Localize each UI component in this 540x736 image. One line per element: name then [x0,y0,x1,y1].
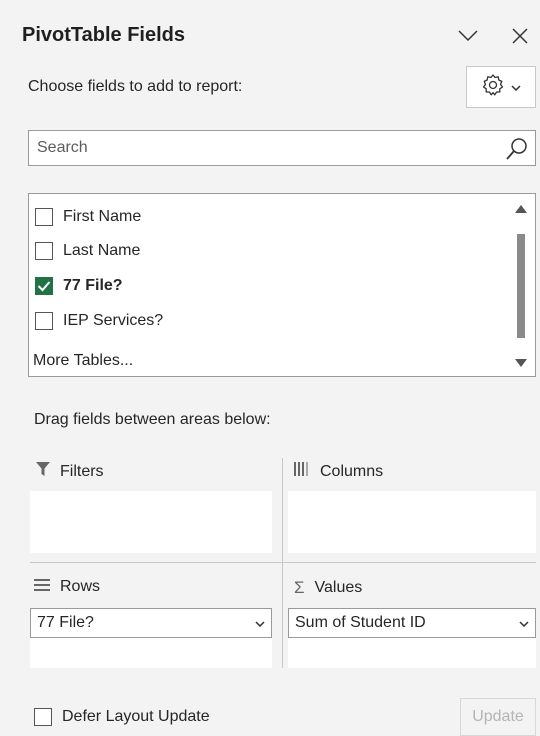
field-label: 77 File? [63,277,123,294]
values-field-pill[interactable]: Sum of Student ID [288,608,536,638]
columns-icon [294,462,310,481]
pill-label: Sum of Student ID [295,614,426,631]
field-label: Last Name [63,242,141,259]
search-box[interactable] [28,130,536,166]
checkbox-checked[interactable] [35,277,53,295]
field-label: First Name [63,208,142,225]
filters-drop-area[interactable] [30,491,272,553]
checkbox[interactable] [35,242,53,260]
values-area-header: Σ Values [294,578,362,598]
filter-icon [36,462,50,481]
field-item-last-name[interactable]: Last Name [35,242,140,260]
close-icon[interactable] [506,22,534,50]
checkbox[interactable] [35,312,53,330]
values-drop-area[interactable]: Sum of Student ID [288,608,536,668]
panel-title: PivotTable Fields [22,24,185,46]
values-label: Values [314,579,363,596]
defer-layout-update[interactable]: Defer Layout Update [34,708,210,726]
checkmark-icon [37,281,51,292]
rows-label: Rows [60,578,101,595]
area-divider-vertical [282,458,283,668]
defer-checkbox[interactable] [34,708,52,726]
choose-fields-label: Choose fields to add to report: [28,78,243,95]
chevron-down-icon[interactable] [255,614,265,632]
chevron-down-icon[interactable] [454,22,482,50]
tools-button[interactable] [466,66,536,108]
checkbox[interactable] [35,208,53,226]
field-label: IEP Services? [63,312,164,329]
rows-area-header: Rows [34,578,100,596]
more-tables-link[interactable]: More Tables... [33,352,133,370]
search-input[interactable] [37,139,477,157]
columns-label: Columns [320,462,384,480]
defer-label: Defer Layout Update [62,708,210,725]
field-item-first-name[interactable]: First Name [35,208,141,226]
field-item-77-file[interactable]: 77 File? [35,277,123,295]
columns-drop-area[interactable] [288,491,536,553]
field-item-iep-services[interactable]: IEP Services? [35,312,163,330]
filters-label: Filters [60,462,104,480]
rows-field-pill[interactable]: 77 File? [30,608,272,638]
update-button[interactable]: Update [460,698,536,736]
gear-icon [481,73,505,102]
rows-icon [34,578,50,596]
rows-drop-area[interactable]: 77 File? [30,608,272,668]
scroll-down-icon[interactable] [515,354,527,372]
sigma-icon: Σ [294,578,305,597]
scroll-up-icon[interactable] [515,200,527,218]
drag-instruction: Drag fields between areas below: [34,411,271,428]
field-list: First Name Last Name 77 File? IEP Servic… [28,193,536,377]
pill-label: 77 File? [37,614,94,631]
search-icon[interactable] [505,137,529,166]
area-divider-horizontal [30,562,536,563]
scrollbar-thumb[interactable] [517,234,525,338]
chevron-down-icon[interactable] [519,614,529,632]
columns-area-header: Columns [294,462,383,481]
filters-area-header: Filters [36,462,104,481]
chevron-down-icon [511,78,521,96]
